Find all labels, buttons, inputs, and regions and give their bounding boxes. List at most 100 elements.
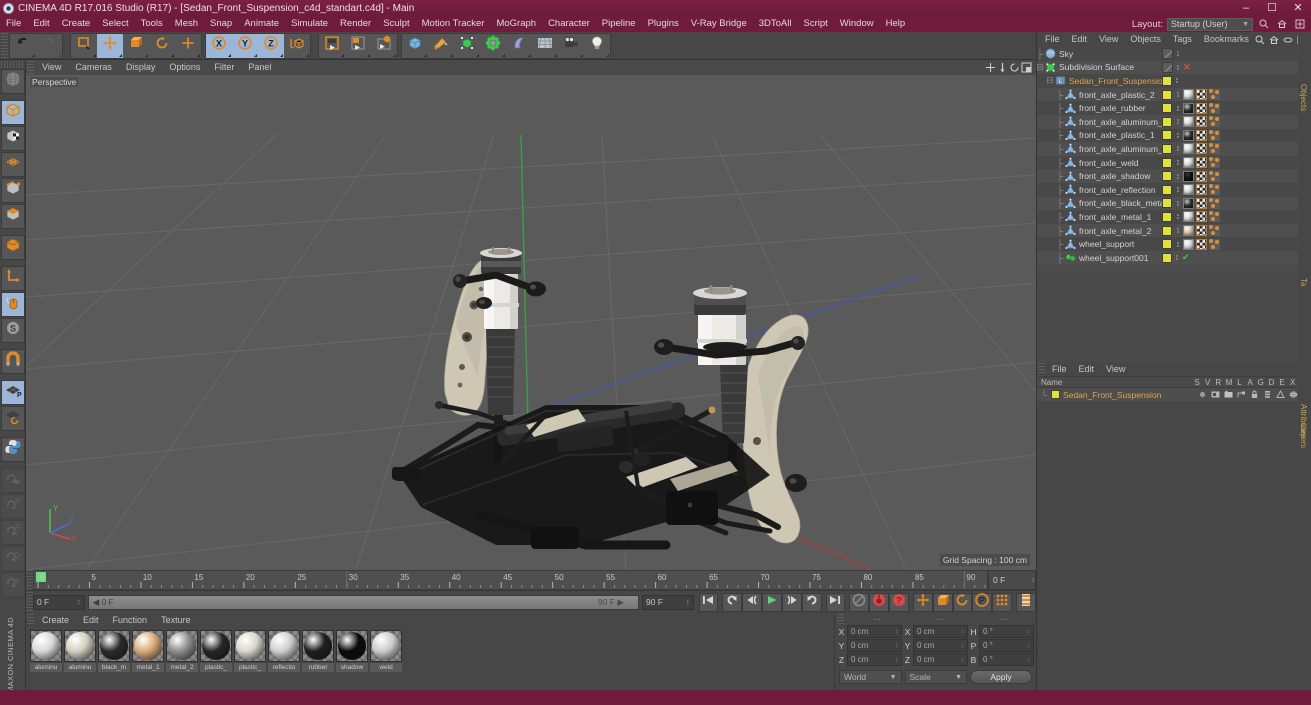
menu-item-pipeline[interactable]: Pipeline xyxy=(596,16,642,32)
generator-icon[interactable] xyxy=(1275,390,1285,400)
workplane-button[interactable]: P xyxy=(1,380,25,405)
material-thumbnail[interactable] xyxy=(64,630,96,662)
display-icon[interactable] xyxy=(1210,390,1220,400)
material-thumbnail[interactable] xyxy=(30,630,62,662)
material-item[interactable]: reflectio xyxy=(268,630,300,672)
lock-icon[interactable] xyxy=(1249,390,1259,400)
menu-item-create[interactable]: Create xyxy=(56,16,97,32)
object-row[interactable]: ⊟ Subdivision Surface ✕ xyxy=(1037,60,1299,75)
apply-button[interactable]: Apply xyxy=(970,670,1032,684)
uvw-tag-icon[interactable] xyxy=(1196,143,1207,155)
add-camera-button[interactable] xyxy=(558,34,584,58)
polygons-mode-button[interactable] xyxy=(1,204,25,229)
pan-icon[interactable] xyxy=(985,62,996,73)
material-item[interactable]: black_m xyxy=(98,630,130,672)
add-mograph-button[interactable] xyxy=(480,34,506,58)
viewport-menu-options[interactable]: Options xyxy=(162,60,207,75)
object-row[interactable]: ├ front_axle_reflection xyxy=(1037,182,1299,197)
current-frame-input[interactable]: 0 F ↕ xyxy=(32,594,85,610)
visibility-dots[interactable] xyxy=(1174,252,1179,263)
object-axis-button[interactable] xyxy=(1,235,25,260)
play-forward-button[interactable] xyxy=(762,592,782,612)
menu-item-plugins[interactable]: Plugins xyxy=(642,16,685,32)
object-row[interactable]: ├ front_axle_black_metal xyxy=(1037,196,1299,211)
viewport-menu-display[interactable]: Display xyxy=(119,60,163,75)
make-editable-button[interactable] xyxy=(1,69,25,94)
material-item[interactable]: metal_2 xyxy=(166,630,198,672)
material-tag-icon[interactable] xyxy=(1183,102,1194,114)
minimize-button[interactable]: – xyxy=(1233,0,1259,16)
spinner-icon[interactable]: ↕ xyxy=(686,599,690,606)
material-menu-texture[interactable]: Texture xyxy=(154,613,198,627)
viewport-canvas[interactable]: Grid Spacing : 100 cm Y X Z xyxy=(26,75,1036,570)
add-generator-button[interactable] xyxy=(454,34,480,58)
timeline-track[interactable]: 0 5 10 15 20 25 30 35 40 45 50 55 60 65 70 75 80 85 90 xyxy=(33,570,988,590)
menu-item-edit[interactable]: Edit xyxy=(27,16,55,32)
close-button[interactable]: ✕ xyxy=(1285,0,1311,16)
enabled-check-icon[interactable]: ✔ xyxy=(1182,252,1190,263)
layer-color-swatch[interactable] xyxy=(1162,89,1172,100)
layer-color-swatch[interactable] xyxy=(1162,103,1172,114)
visibility-dots[interactable] xyxy=(1175,198,1180,209)
menu-item-animate[interactable]: Animate xyxy=(238,16,285,32)
material-item[interactable]: shadow xyxy=(336,630,368,672)
coordinate-system-select[interactable]: World ▼ xyxy=(839,670,902,684)
spinner-icon[interactable]: ↕ xyxy=(961,629,964,635)
layer-color-swatch[interactable] xyxy=(1162,143,1172,154)
spinner-icon[interactable]: ↕ xyxy=(1032,577,1036,584)
coordinates-grip[interactable] xyxy=(837,613,844,625)
phong-tag-icon[interactable] xyxy=(1209,238,1220,250)
material-thumbnail[interactable] xyxy=(336,630,368,662)
maximize-view-icon[interactable] xyxy=(1021,62,1032,73)
menu-item-script[interactable]: Script xyxy=(798,16,834,32)
menu-item-select[interactable]: Select xyxy=(96,16,134,32)
visibility-dots[interactable] xyxy=(1175,171,1180,182)
layer-icon[interactable] xyxy=(1262,390,1272,400)
uvw-tag-icon[interactable] xyxy=(1196,238,1207,250)
menu-item-snap[interactable]: Snap xyxy=(204,16,238,32)
panel-tab-attributes[interactable]: Attributes xyxy=(1298,404,1311,438)
material-thumbnail[interactable] xyxy=(234,630,266,662)
material-item[interactable]: metal_1 xyxy=(132,630,164,672)
uvw-tag-icon[interactable] xyxy=(1196,197,1207,209)
attribute-menu-view[interactable]: View xyxy=(1100,362,1131,376)
visibility-toggle[interactable] xyxy=(1162,48,1173,60)
uvw-tag-icon[interactable] xyxy=(1196,102,1207,114)
object-row[interactable]: ├ wheel_support xyxy=(1037,237,1299,251)
points-mode-button[interactable] xyxy=(1,152,25,177)
phong-tag-icon[interactable] xyxy=(1209,129,1220,141)
material-tag-icon[interactable] xyxy=(1183,129,1194,141)
menu-item-mograph[interactable]: MoGraph xyxy=(490,16,542,32)
object-row[interactable]: ├ front_axle_shadow xyxy=(1037,169,1299,183)
material-thumbnail[interactable] xyxy=(200,630,232,662)
render-view-button[interactable] xyxy=(319,34,345,58)
material-tag-icon[interactable] xyxy=(1183,184,1194,196)
deformer-icon[interactable] xyxy=(1288,390,1298,400)
dot-icon[interactable] xyxy=(1197,390,1207,400)
object-row[interactable]: ├ front_axle_aluminum_2 xyxy=(1037,142,1299,156)
uvw-tag-icon[interactable] xyxy=(1196,157,1207,169)
collapse-toggle-icon[interactable]: ⊟ xyxy=(1045,75,1055,86)
next-frame-button[interactable] xyxy=(781,592,802,612)
material-menu-edit[interactable]: Edit xyxy=(76,613,106,627)
material-thumbnail[interactable] xyxy=(166,630,198,662)
menu-item-character[interactable]: Character xyxy=(542,16,596,32)
uvw-tag-icon[interactable] xyxy=(1196,89,1207,101)
menu-item-help[interactable]: Help xyxy=(880,16,912,32)
home-icon[interactable] xyxy=(1275,18,1289,31)
magnet-button[interactable] xyxy=(1,349,25,374)
uvw-tag-icon[interactable] xyxy=(1196,184,1207,196)
attribute-menu-file[interactable]: File xyxy=(1046,362,1073,376)
layer-color-swatch[interactable] xyxy=(1162,130,1172,141)
material-thumbnail[interactable] xyxy=(132,630,164,662)
material-manager-grip[interactable] xyxy=(27,614,34,626)
layer-color-swatch[interactable] xyxy=(1162,225,1172,236)
go-to-end-button[interactable] xyxy=(825,592,846,612)
python-button[interactable] xyxy=(1,437,25,462)
material-menu-function[interactable]: Function xyxy=(106,613,155,627)
material-item[interactable]: aluminu xyxy=(30,630,62,672)
render-icon[interactable] xyxy=(1223,390,1233,400)
workplane-rotate-button[interactable] xyxy=(1,406,25,431)
render-region-button[interactable] xyxy=(345,34,371,58)
spinner-icon[interactable]: ↕ xyxy=(1027,629,1030,635)
